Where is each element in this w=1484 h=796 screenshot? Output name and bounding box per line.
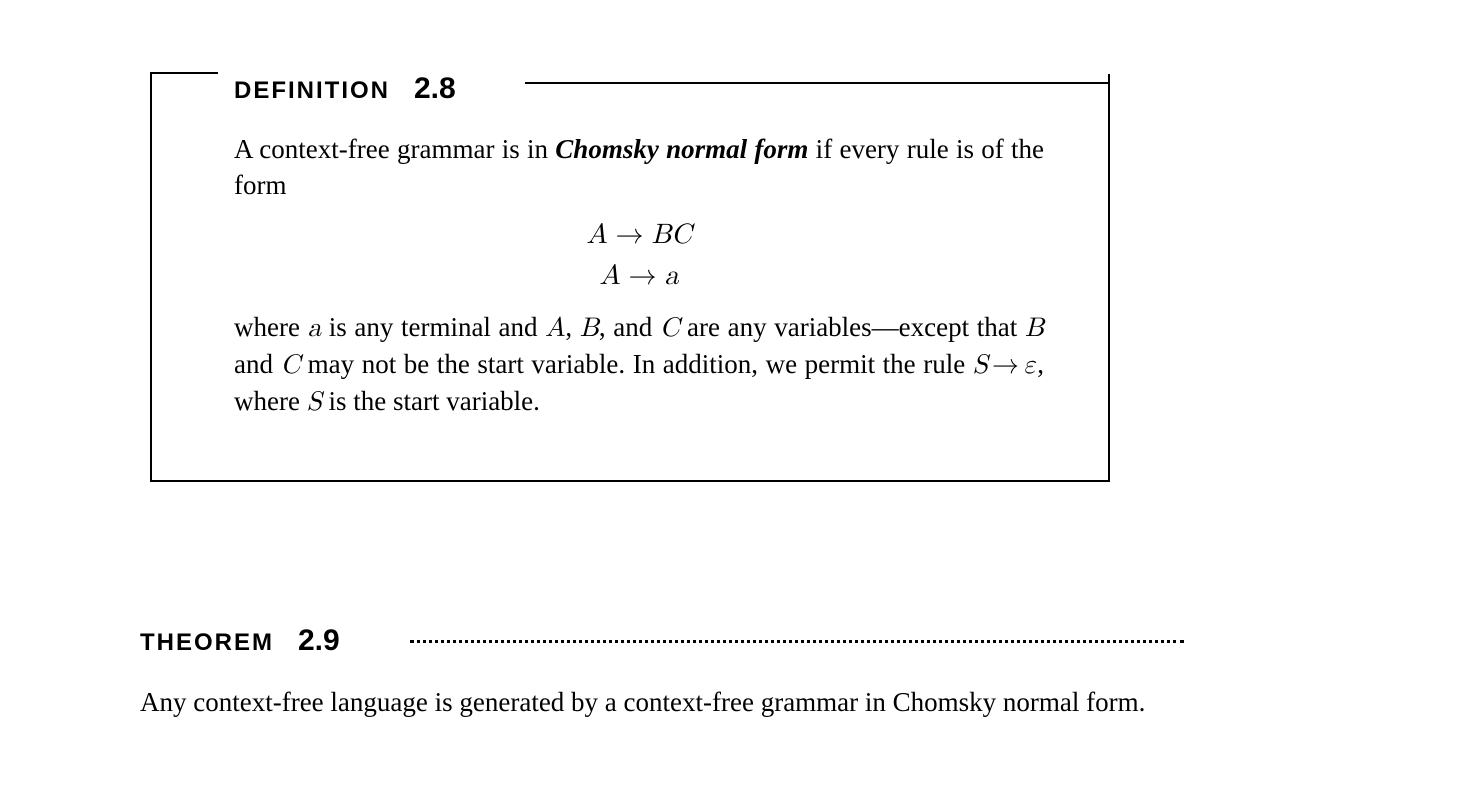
theorem-heading: THEOREM 2.9 (140, 624, 340, 658)
t2: is any terminal and (321, 312, 545, 342)
definition-heading: DEFINITION 2.8 (234, 72, 456, 104)
page: DEFINITION 2.8 A context-free grammar is… (0, 0, 1484, 796)
definition-rule-left (150, 72, 218, 74)
definition-intro: A context-free grammar is in Chomsky nor… (234, 132, 1044, 203)
var-S2: S (307, 389, 322, 416)
var-C2: C (281, 352, 301, 379)
var-a: a (308, 315, 322, 342)
var-S: S (973, 352, 988, 379)
var-C: C (660, 315, 680, 342)
arrow-icon: → (620, 262, 664, 290)
var-B2: B (1025, 315, 1044, 342)
t5: are any variables—except that (679, 312, 1024, 342)
definition-rule-right (525, 82, 1110, 84)
t4: , and (599, 312, 660, 342)
rule-2-lhs: A (599, 262, 620, 290)
arrow-icon: → (607, 221, 651, 249)
theorem-statement: Any context-free language is generated b… (140, 684, 1190, 720)
t3: , (565, 312, 579, 342)
rule-1-rhs: BC (651, 221, 691, 249)
definition-box: DEFINITION 2.8 A context-free grammar is… (150, 74, 1110, 482)
theorem-rule (410, 640, 1184, 643)
definition-label: DEFINITION (234, 77, 390, 105)
definition-body: A context-free grammar is in Chomsky nor… (234, 132, 1044, 426)
theorem-label: THEOREM (140, 629, 274, 657)
definition-rules: A→BC A→a (234, 215, 1044, 296)
rule-2-rhs: a (665, 262, 679, 290)
t6: and (234, 349, 281, 379)
arrow-icon: → (988, 352, 1023, 379)
var-A: A (545, 315, 565, 342)
theorem-number: 2.9 (298, 624, 340, 658)
t1: where (234, 312, 308, 342)
definition-term: Chomsky normal form (555, 134, 808, 164)
definition-number: 2.8 (414, 72, 456, 106)
theorem-body: Any context-free language is generated b… (140, 684, 1190, 720)
rule-1: A→BC (234, 215, 1044, 256)
definition-tail: where a is any terminal and A, B, and C … (234, 310, 1044, 420)
rule-2: A→a (234, 256, 1044, 297)
rule-1-lhs: A (586, 221, 607, 249)
t7: may not be the start variable. In additi… (300, 349, 973, 379)
t9: is the start variable. (322, 386, 540, 416)
epsilon: ε (1023, 352, 1037, 379)
var-B: B (580, 315, 599, 342)
definition-intro-pre: A context-free grammar is in (234, 134, 555, 164)
